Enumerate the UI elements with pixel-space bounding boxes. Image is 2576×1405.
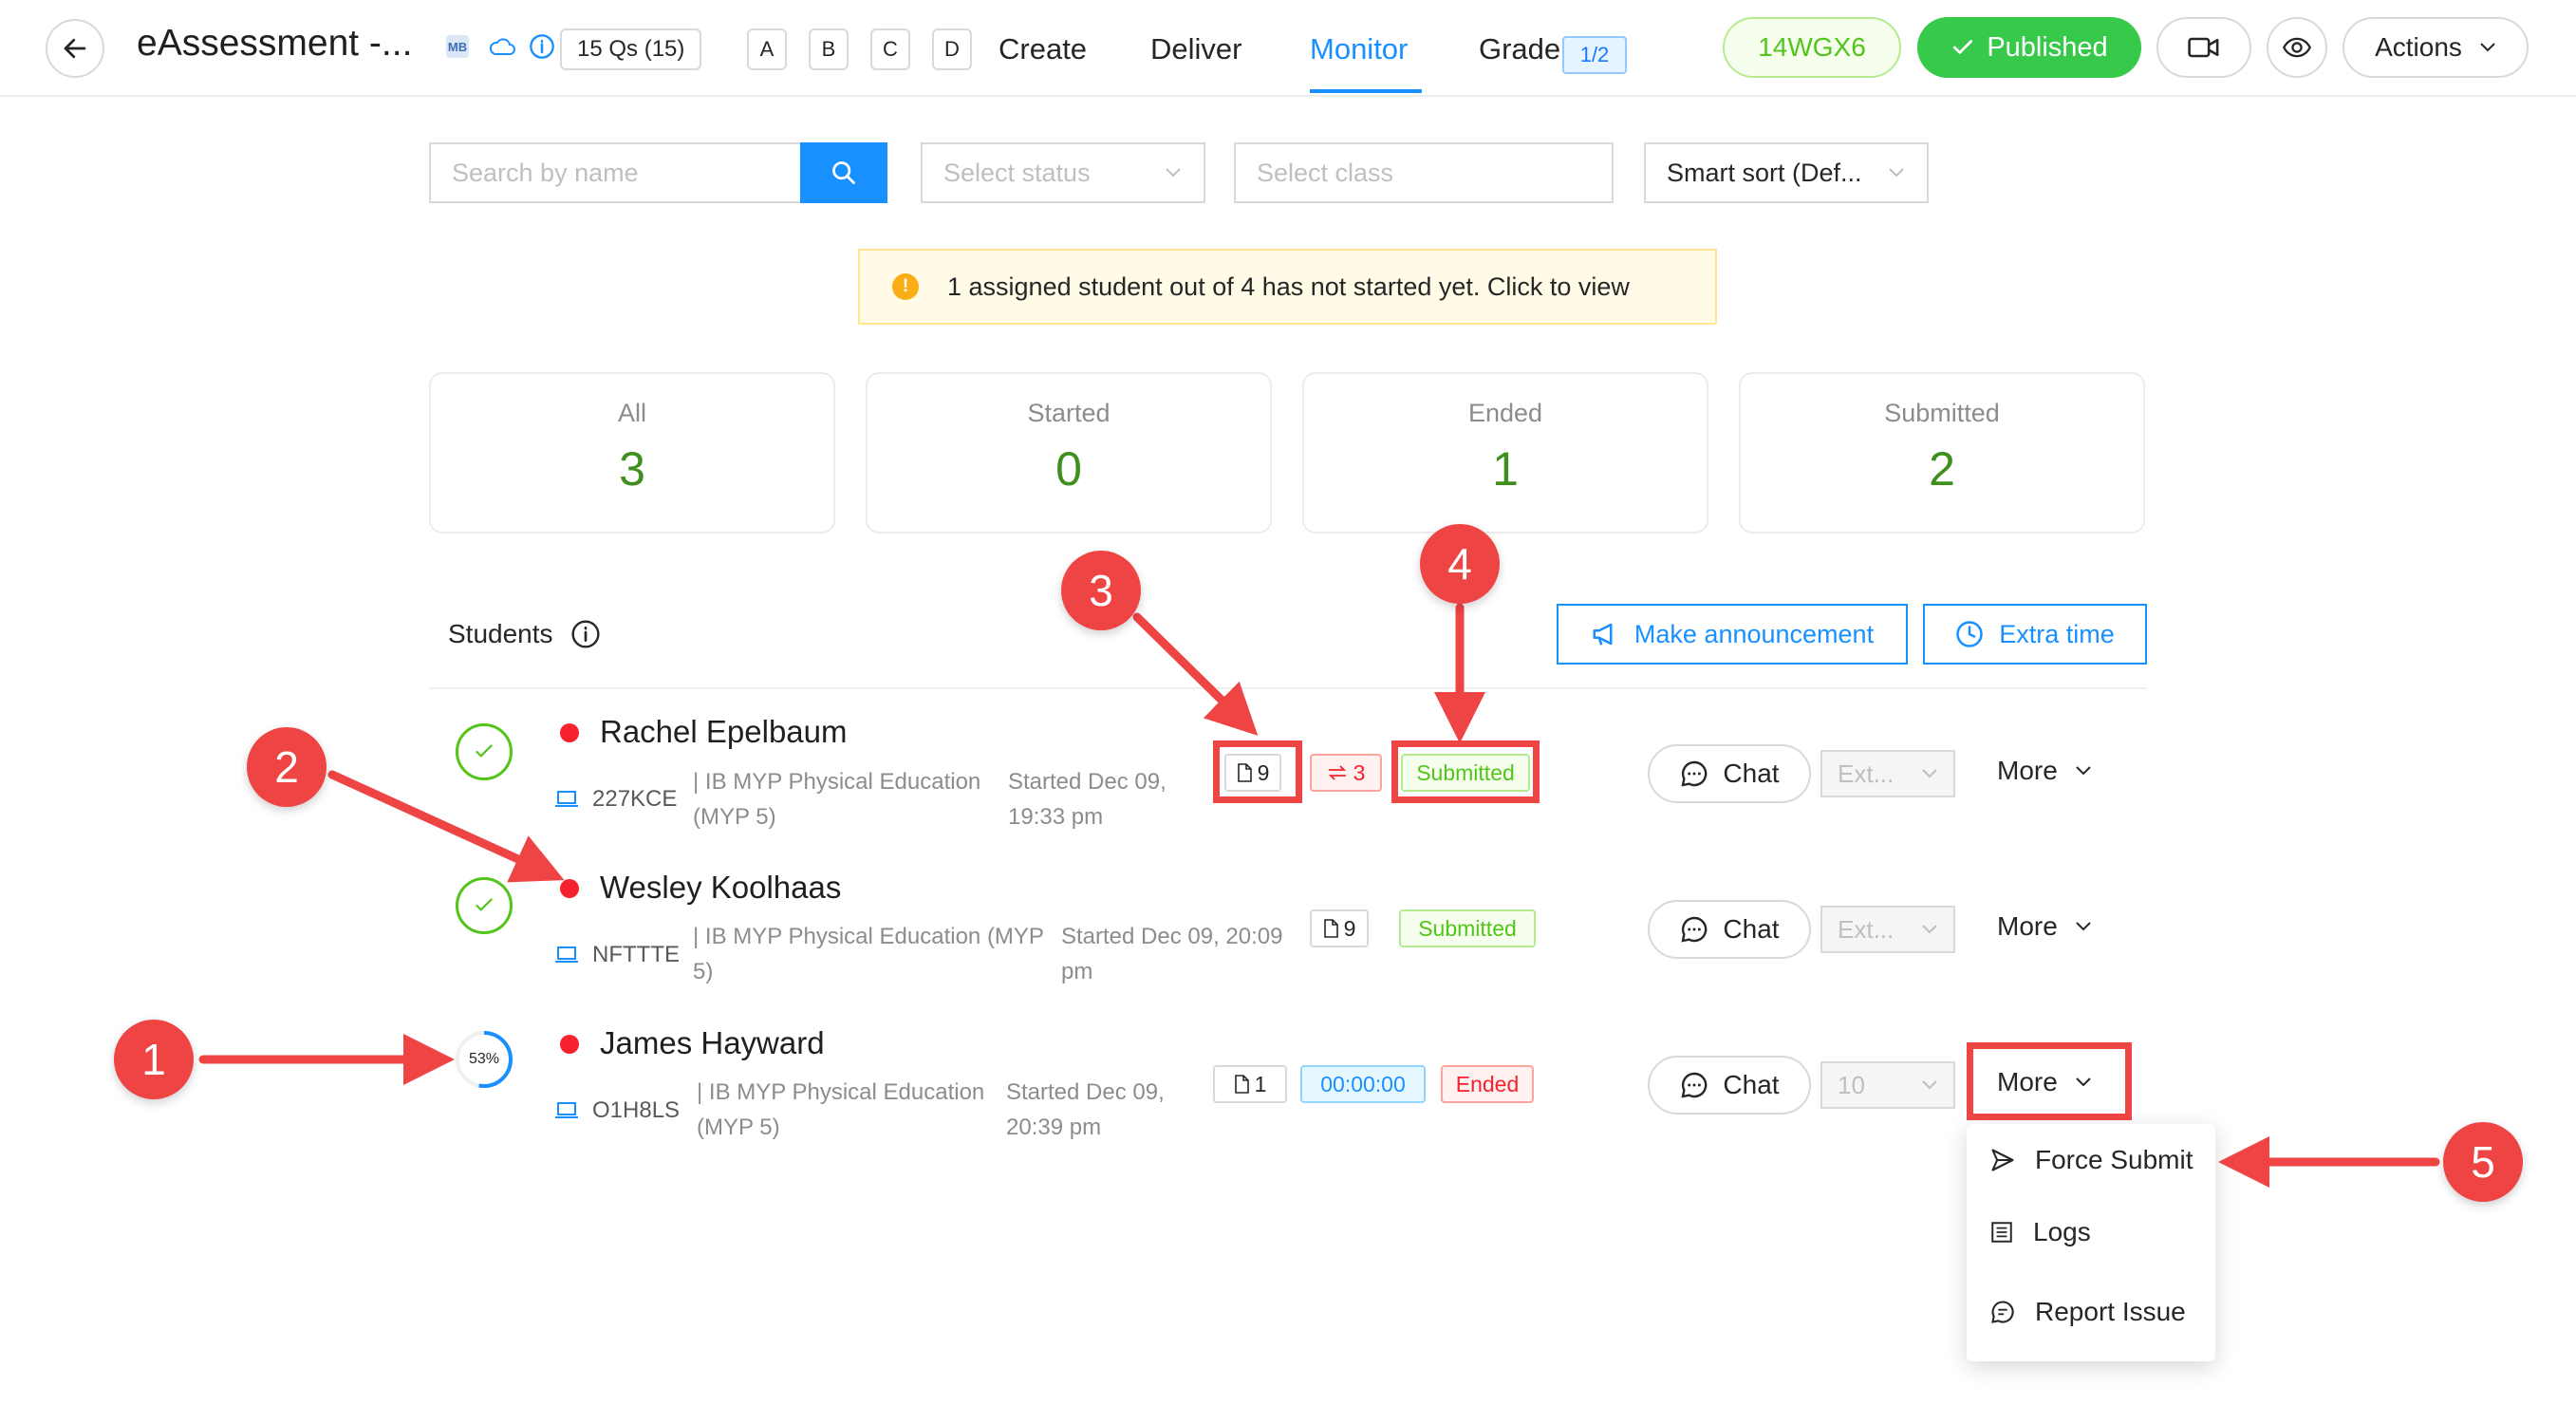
annotation-arrows (198, 603, 2440, 1188)
annotation-badge-2: 2 (247, 727, 327, 807)
annotation-badge-5: 5 (2443, 1122, 2523, 1202)
annotation-badge-4: 4 (1420, 524, 1500, 604)
arrow-3 (1132, 612, 1259, 736)
arrow-2 (327, 770, 565, 883)
annotation-badge-3: 3 (1061, 551, 1141, 630)
annotation-badge-1: 1 (114, 1020, 194, 1099)
